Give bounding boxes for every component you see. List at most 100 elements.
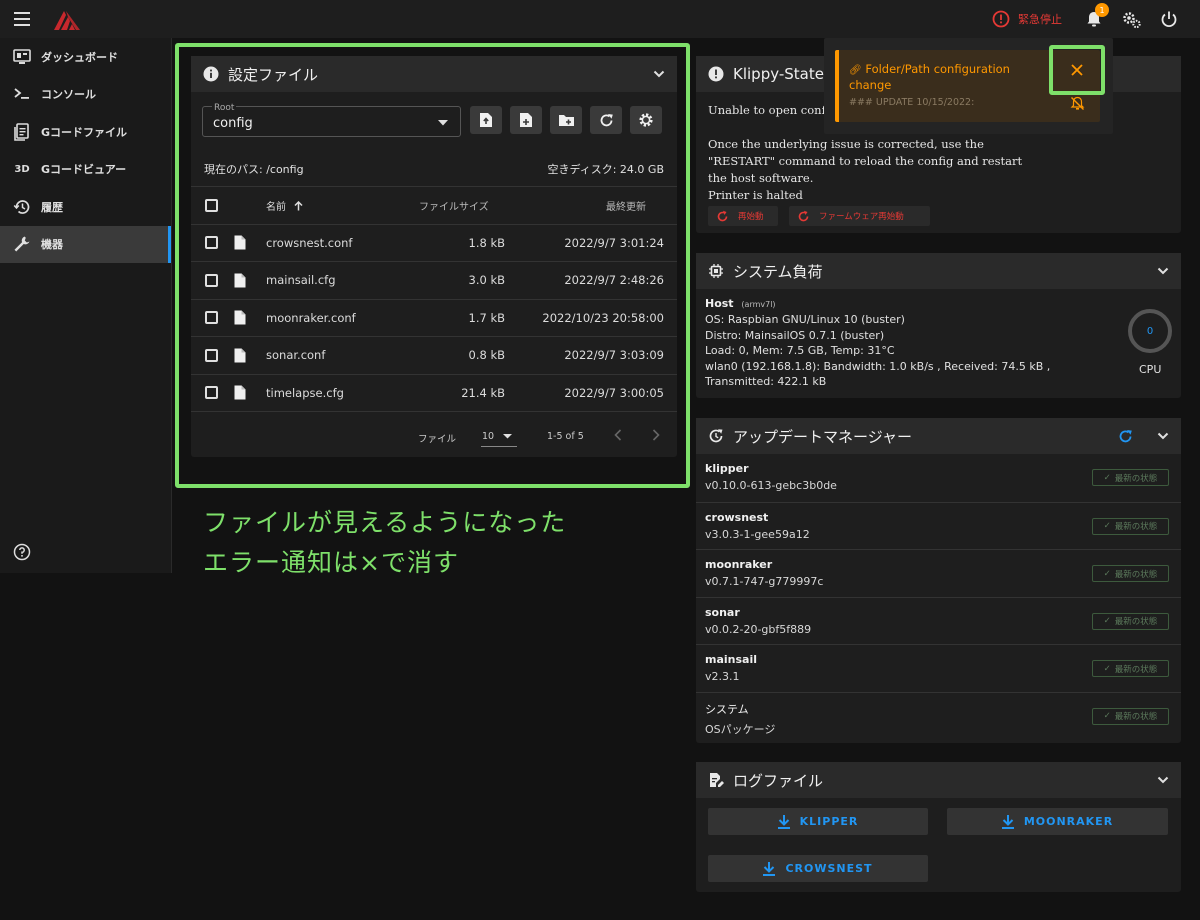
- log-files-header: ログファイル: [696, 762, 1181, 798]
- cpu-gauge-label: CPU: [1139, 363, 1162, 376]
- cpu-gauge-value: 0: [1146, 325, 1154, 337]
- emergency-stop-label: 緊急停止: [1018, 13, 1062, 26]
- restart-button[interactable]: 再始動: [708, 206, 778, 226]
- update-item: crowsnest v3.0.3-1-gee59a12 ✓ 最新の状態: [696, 501, 1181, 550]
- update-item: klipper v0.10.0-613-gebc3b0de ✓ 最新の状態: [696, 454, 1181, 502]
- link-icon: 🔗︎: [849, 65, 862, 76]
- up-to-date-button[interactable]: ✓ 最新の状態: [1092, 565, 1169, 582]
- refresh-icon[interactable]: [1118, 429, 1133, 444]
- up-to-date-label: 最新の状態: [1114, 712, 1158, 722]
- sidebar-item-machine[interactable]: 機器: [0, 225, 171, 263]
- host-arch: (armv7l): [741, 300, 776, 309]
- sidebar-item-label: 履歴: [41, 200, 63, 214]
- panel-title: ログファイル: [733, 771, 824, 790]
- update-item: moonraker v0.7.1-747-g779997c ✓ 最新の状態: [696, 549, 1181, 597]
- menu-icon[interactable]: [14, 12, 30, 26]
- annotation-line: ファイルが見えるようになった: [203, 508, 567, 537]
- update-manager-panel: アップデートマネージャー klipper v0.10.0-613-gebc3b0…: [696, 418, 1181, 743]
- update-item: システム OSパッケージ ✓ 最新の状態: [696, 691, 1181, 740]
- mainsail-logo[interactable]: [52, 7, 82, 31]
- system-load-header: システム負荷: [696, 253, 1181, 289]
- emergency-stop-button[interactable]: 緊急停止: [992, 10, 1062, 28]
- help-icon[interactable]: [13, 543, 31, 561]
- annotation-text: ファイルが見えるようになった エラー通知は×で消す: [203, 503, 566, 583]
- notification-popup: 🔗︎ Folder/Path configuration change ### …: [824, 38, 1113, 134]
- host-network: wlan0 (192.168.1.8): Bandwidth: 1.0 kB/s…: [705, 359, 1051, 373]
- settings-cogs-icon[interactable]: [1122, 10, 1142, 30]
- host-os: OS: Raspbian GNU/Linux 10 (buster): [705, 313, 905, 326]
- up-to-date-button[interactable]: ✓ 最新の状態: [1092, 517, 1169, 535]
- annotation-highlight-box: [175, 43, 690, 488]
- host-load: Load: 0, Mem: 7.5 GB, Temp: 31°C: [705, 344, 895, 357]
- sidebar-nav: ダッシュボード コンソール Gコードファイル 3D Gコードビュアー 履歴 機器: [0, 38, 172, 573]
- sidebar-item-label: Gコードファイル: [41, 125, 128, 139]
- download-klipper-log-button[interactable]: KLIPPER: [708, 808, 928, 835]
- sidebar-item-label: 機器: [41, 238, 63, 252]
- power-icon[interactable]: [1160, 10, 1178, 28]
- sidebar-item-label: コンソール: [41, 88, 96, 102]
- update-item: sonar v0.0.2-20-gbf5f889 ✓ 最新の状態: [696, 596, 1181, 645]
- notification-count-badge: 1: [1095, 3, 1109, 17]
- host-distro: Distro: MainsailOS 0.7.1 (buster): [705, 328, 885, 342]
- up-to-date-label: 最新の状態: [1114, 569, 1158, 580]
- download-icon: [1001, 814, 1014, 829]
- up-to-date-label: 最新の状態: [1114, 473, 1158, 484]
- sidebar-item-console[interactable]: コンソール: [0, 76, 171, 114]
- notifications-button[interactable]: 1: [1085, 3, 1109, 30]
- restart-icon: [717, 210, 728, 221]
- top-app-bar: 緊急停止 1: [0, 0, 1200, 38]
- check-icon: ✓: [1103, 616, 1111, 626]
- cpu-chip-icon: [709, 264, 723, 278]
- notification-title-text: Folder/Path configuration change: [849, 62, 1010, 92]
- sidebar-item-dashboard[interactable]: ダッシュボード: [0, 38, 171, 76]
- file-document-edit-icon: [710, 773, 724, 787]
- download-crowsnest-log-button[interactable]: CROWSNEST: [708, 855, 928, 882]
- panel-title: システム負荷: [733, 262, 823, 281]
- klippy-message-line: Once the underlying issue is corrected, …: [708, 137, 1023, 185]
- restart-icon: [798, 210, 809, 221]
- download-label: KLIPPER: [799, 815, 859, 828]
- up-to-date-button[interactable]: ✓ 最新の状態: [1092, 612, 1169, 630]
- host-label: Host: [705, 297, 734, 310]
- check-icon: ✓: [1103, 663, 1111, 674]
- download-moonraker-log-button[interactable]: MOONRAKER: [947, 808, 1168, 835]
- log-files-panel: ログファイル KLIPPER MOONRAKER CROWSNEST: [696, 762, 1181, 892]
- bell-off-icon[interactable]: [1070, 96, 1085, 111]
- host-transmitted: Transmitted: 422.1 kB: [705, 375, 827, 388]
- update-icon: [709, 429, 723, 443]
- firmware-restart-label: ファームウェア再始動: [819, 212, 904, 222]
- monitor-dashboard-icon: [12, 47, 32, 67]
- download-icon: [763, 861, 776, 876]
- chevron-down-icon[interactable]: [1157, 776, 1169, 784]
- close-notification-button[interactable]: [1049, 45, 1105, 95]
- update-manager-header: アップデートマネージャー: [696, 418, 1181, 454]
- notification-title: 🔗︎ Folder/Path configuration change: [849, 62, 1039, 93]
- up-to-date-button[interactable]: ✓ 最新の状態: [1092, 660, 1169, 677]
- chevron-down-icon[interactable]: [1157, 432, 1169, 440]
- panel-title: アップデートマネージャー: [733, 427, 912, 446]
- sidebar-item-label: Gコードビュアー: [41, 163, 127, 177]
- annotation-line: エラー通知は×で消す: [203, 548, 459, 577]
- up-to-date-button[interactable]: ✓ 最新の状態: [1092, 707, 1169, 725]
- sidebar-item-gcode-files[interactable]: Gコードファイル: [0, 113, 171, 151]
- check-icon: ✓: [1103, 521, 1111, 531]
- chevron-down-icon[interactable]: [1157, 267, 1169, 275]
- sidebar-item-history[interactable]: 履歴: [0, 188, 171, 226]
- cpu-gauge: 0: [1128, 309, 1172, 353]
- history-icon: [12, 197, 32, 217]
- host-info: Host (armv7l) OS: Raspbian GNU/Linux 10 …: [705, 297, 1050, 390]
- system-load-panel: システム負荷 Host (armv7l) OS: Raspbian GNU/Li…: [696, 253, 1181, 398]
- sidebar-item-gcode-viewer[interactable]: 3D Gコードビュアー: [0, 151, 171, 189]
- alert-circle-icon: [708, 66, 724, 82]
- download-icon: [777, 814, 790, 829]
- up-to-date-label: 最新の状態: [1114, 617, 1158, 627]
- up-to-date-label: 最新の状態: [1114, 522, 1158, 532]
- restart-label: 再始動: [738, 212, 764, 222]
- host-heading: Host (armv7l): [705, 297, 1050, 310]
- firmware-restart-button[interactable]: ファームウェア再始動: [789, 206, 930, 226]
- up-to-date-button[interactable]: ✓ 最新の状態: [1092, 469, 1169, 486]
- 3d-icon: 3D: [14, 163, 30, 175]
- update-item: mainsail v2.3.1 ✓ 最新の状態: [696, 644, 1181, 692]
- up-to-date-label: 最新の状態: [1114, 664, 1158, 675]
- file-document-icon: [12, 122, 32, 142]
